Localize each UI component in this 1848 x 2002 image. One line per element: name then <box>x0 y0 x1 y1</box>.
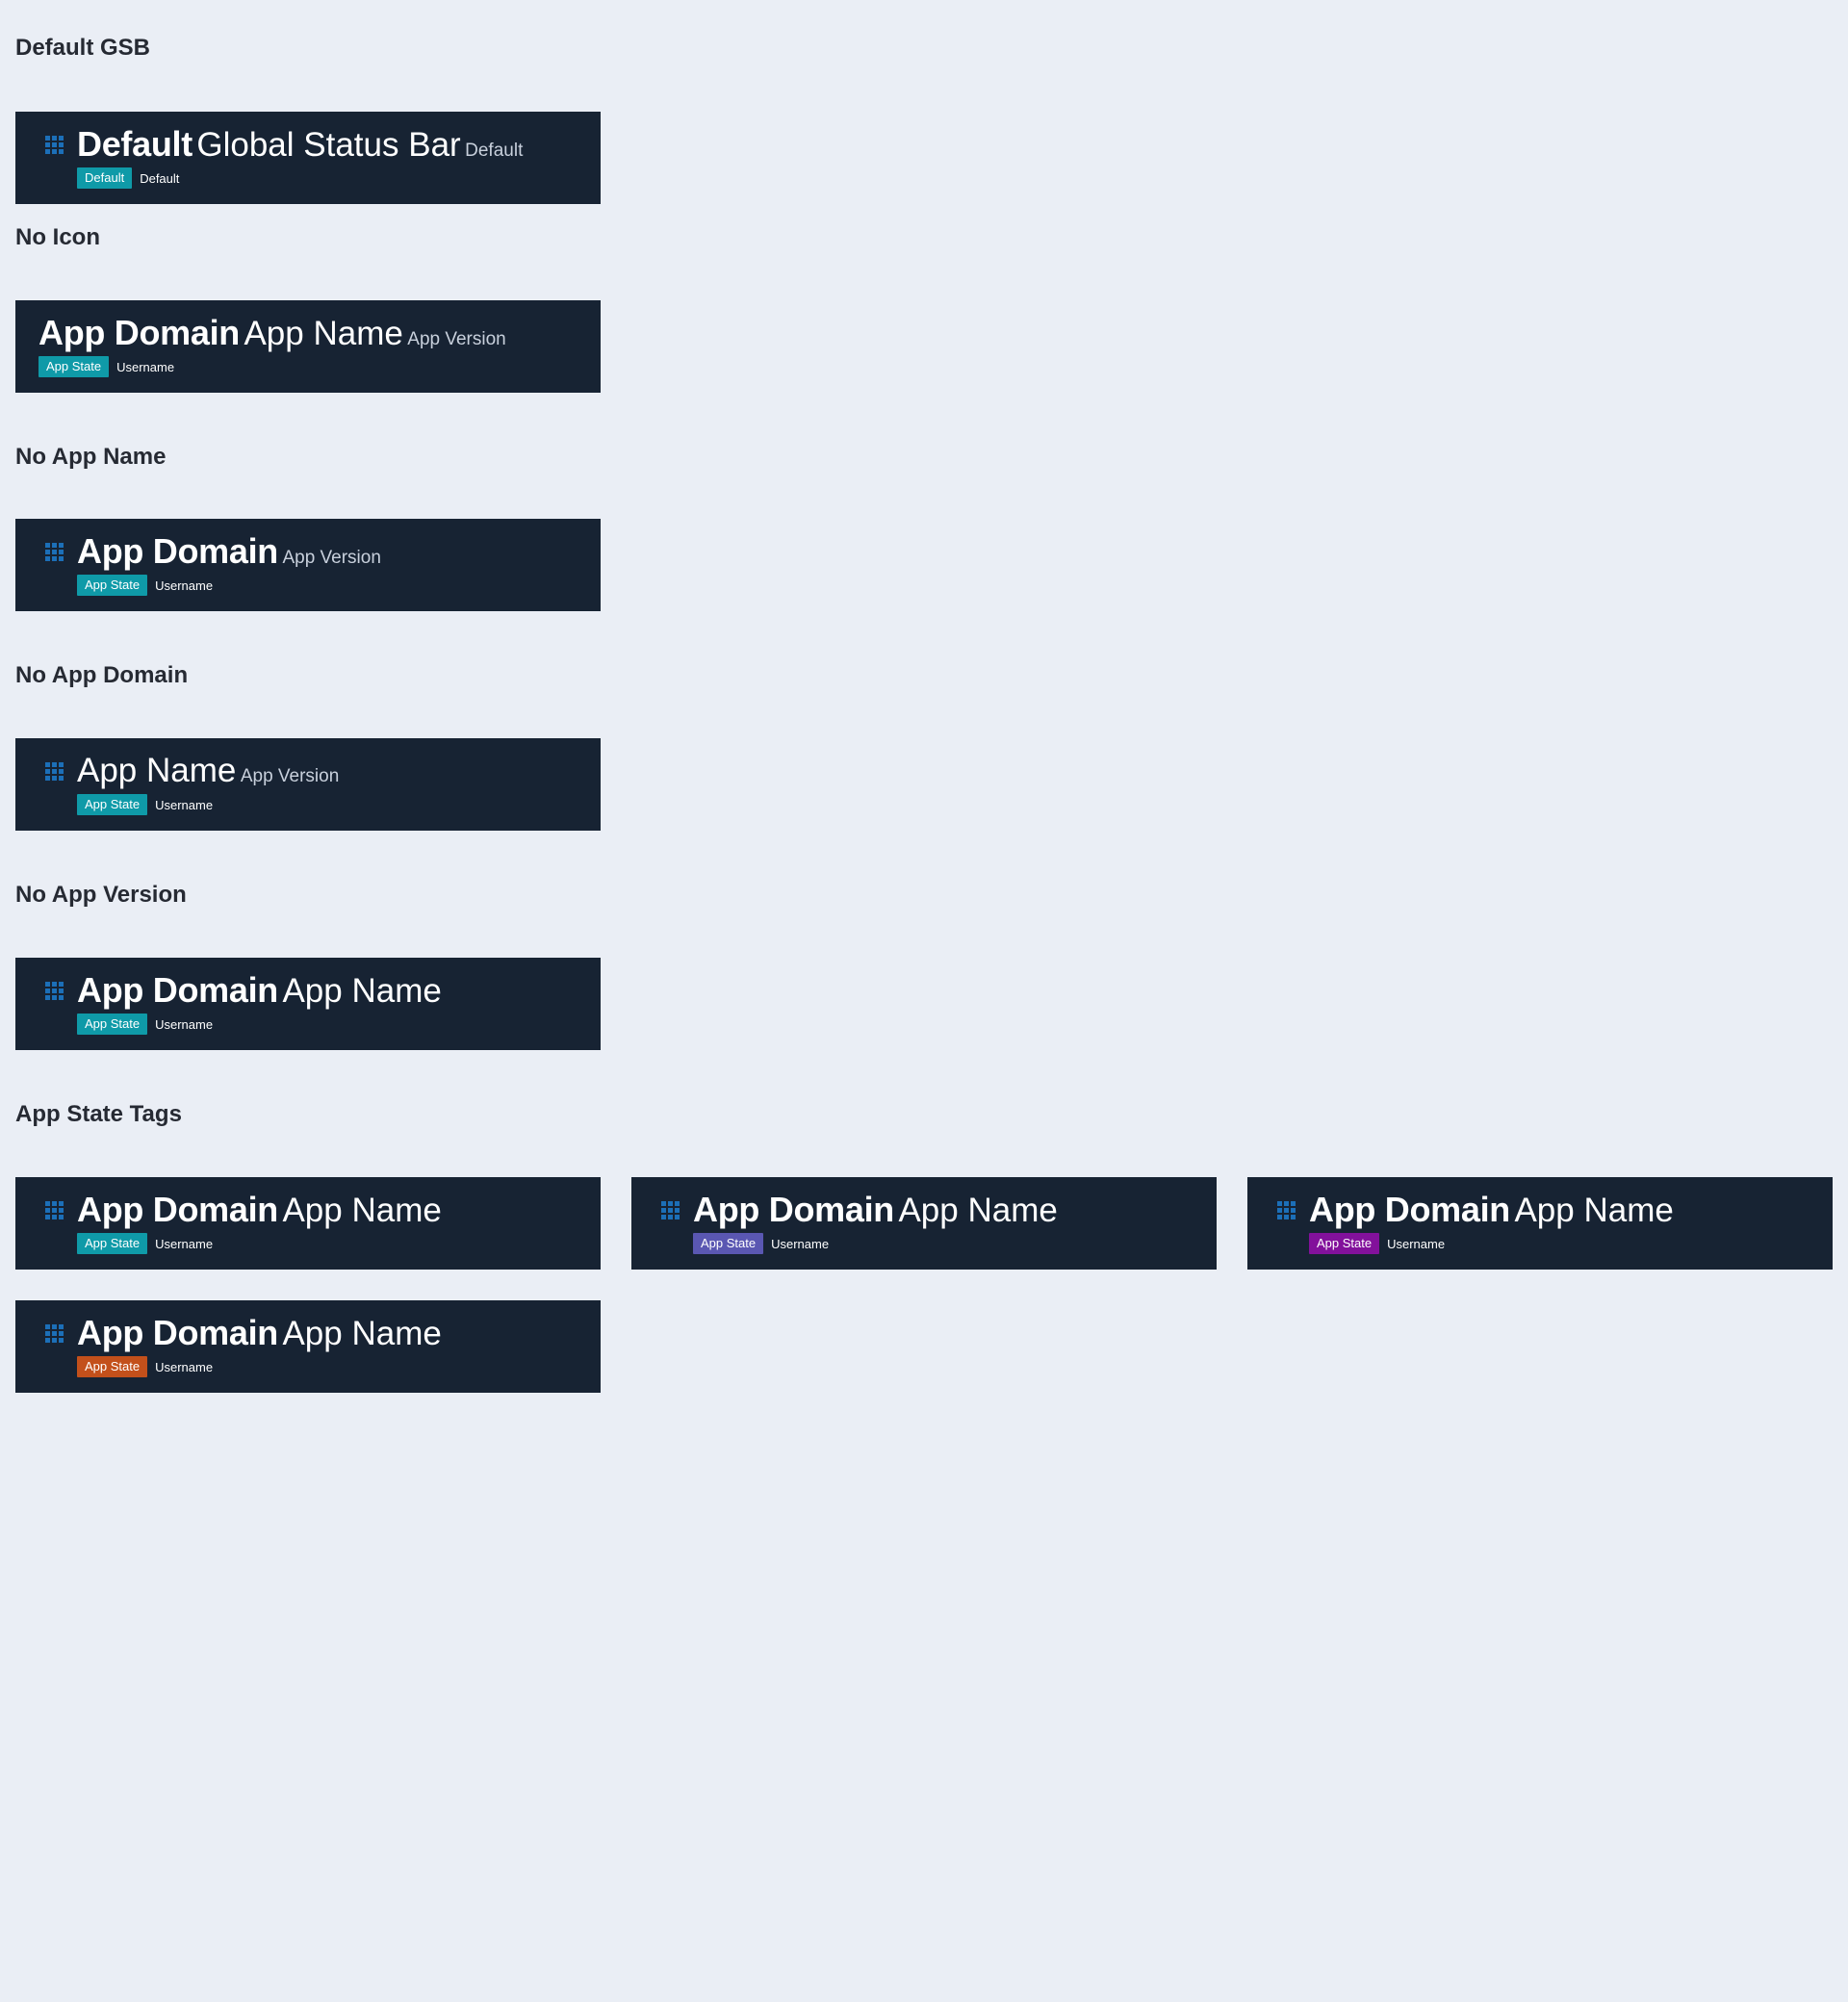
grid-icon[interactable] <box>44 136 65 155</box>
username: Username <box>155 1359 214 1374</box>
app-domain: App Domain <box>77 1313 278 1352</box>
global-status-bar-default: Default Global Status Bar Default Defaul… <box>15 112 601 204</box>
grid-icon[interactable] <box>1276 1201 1297 1220</box>
gsb-sub-line: App State Username <box>693 1233 829 1254</box>
page: Default GSB Default Global Status Bar De… <box>0 0 1848 2002</box>
app-name: App Name <box>1514 1192 1674 1229</box>
app-domain: App Domain <box>77 1190 278 1229</box>
app-version: App Version <box>282 548 381 568</box>
app-domain: App Domain <box>1309 1190 1510 1229</box>
gsb-title-line: Default Global Status Bar Default <box>77 124 524 164</box>
app-version: App Version <box>240 766 340 786</box>
app-domain: App Domain <box>38 313 240 352</box>
section-title-no-app-version: No App Version <box>15 882 187 908</box>
app-state-tag: App State <box>38 356 110 377</box>
app-version: App Version <box>407 329 506 349</box>
gsb-title-line: App Domain App Name <box>77 970 442 1010</box>
app-name: App Name <box>282 972 442 1010</box>
gsb-sub-line: App State Username <box>38 356 174 377</box>
gsb-sub-line: App State Username <box>77 1233 213 1254</box>
global-status-bar-no-app-domain: App Name App Version App State Username <box>15 738 601 831</box>
gsb-sub-line: App State Username <box>77 794 213 815</box>
grid-icon[interactable] <box>44 543 65 562</box>
grid-icon[interactable] <box>44 1201 65 1220</box>
app-state-tag: App State <box>1309 1233 1380 1254</box>
gsb-title-line: App Domain App Name <box>77 1190 442 1229</box>
app-domain: App Domain <box>693 1190 894 1229</box>
global-status-bar-no-app-name: App Domain App Version App State Usernam… <box>15 519 601 611</box>
grid-icon[interactable] <box>44 982 65 1001</box>
username: Username <box>771 1236 830 1251</box>
username: Default <box>140 170 180 186</box>
app-name: App Name <box>244 315 403 352</box>
app-state-tag: App State <box>77 1356 148 1377</box>
app-name: App Name <box>282 1192 442 1229</box>
app-name: App Name <box>898 1192 1058 1229</box>
app-state-tag: App State <box>77 1014 148 1035</box>
app-domain: Default <box>77 124 192 164</box>
username: Username <box>155 1236 214 1251</box>
global-status-bar-no-icon: App Domain App Name App Version App Stat… <box>15 300 601 393</box>
gsb-title-line: App Domain App Name <box>693 1190 1058 1229</box>
gsb-title-line: App Domain App Name <box>77 1313 442 1352</box>
gsb-sub-line: App State Username <box>77 1356 213 1377</box>
app-name: App Name <box>282 1315 442 1352</box>
global-status-bar-tag-purple: App Domain App Name App State Username <box>1247 1177 1833 1270</box>
section-title-default-gsb: Default GSB <box>15 35 151 61</box>
app-state-tag: App State <box>77 575 148 596</box>
section-title-no-icon: No Icon <box>15 224 100 250</box>
section-title-app-state-tags: App State Tags <box>15 1101 182 1127</box>
app-state-tag: Default <box>77 167 133 189</box>
username: Username <box>1387 1236 1446 1251</box>
global-status-bar-no-app-version: App Domain App Name App State Username <box>15 958 601 1050</box>
username: Username <box>155 1016 214 1032</box>
app-state-tag: App State <box>77 1233 148 1254</box>
global-status-bar-tag-teal: App Domain App Name App State Username <box>15 1177 601 1270</box>
username: Username <box>155 797 214 812</box>
section-title-no-app-name: No App Name <box>15 444 167 470</box>
grid-icon[interactable] <box>44 1324 65 1344</box>
grid-icon[interactable] <box>660 1201 681 1220</box>
app-state-tag: App State <box>77 794 148 815</box>
app-domain: App Domain <box>77 970 278 1010</box>
gsb-title-line: App Name App Version <box>77 754 339 787</box>
gsb-sub-line: App State Username <box>77 575 213 596</box>
app-version: Default <box>465 141 524 161</box>
gsb-title-line: App Domain App Name App Version <box>38 313 506 352</box>
gsb-title-line: App Domain App Version <box>77 534 381 569</box>
gsb-sub-line: App State Username <box>77 1014 213 1035</box>
app-name: Global Status Bar <box>196 126 461 164</box>
username: Username <box>155 578 214 593</box>
gsb-title-line: App Domain App Name <box>1309 1190 1674 1229</box>
section-title-no-app-domain: No App Domain <box>15 662 189 688</box>
gsb-sub-line: App State Username <box>1309 1233 1445 1254</box>
gsb-sub-line: Default Default <box>77 167 179 189</box>
username: Username <box>116 359 175 374</box>
global-status-bar-tag-orange: App Domain App Name App State Username <box>15 1300 601 1393</box>
app-domain: App Domain <box>77 531 278 571</box>
grid-icon[interactable] <box>44 762 65 782</box>
global-status-bar-tag-indigo: App Domain App Name App State Username <box>631 1177 1217 1270</box>
app-name: App Name <box>77 752 237 789</box>
app-state-tag: App State <box>693 1233 764 1254</box>
